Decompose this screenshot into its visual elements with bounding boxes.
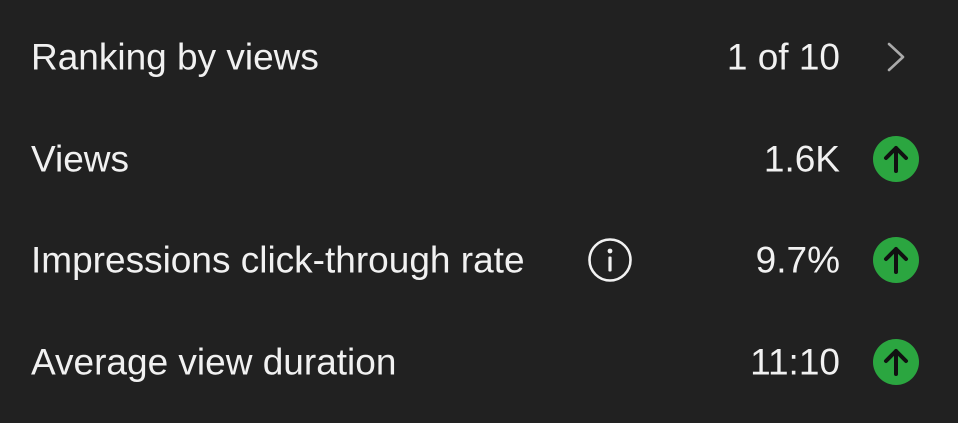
trend-up-icon: [873, 339, 919, 385]
chevron-right-icon[interactable]: [884, 39, 908, 75]
impressions-ctr-row: Impressions click-through rate 9.7%: [0, 209, 958, 311]
views-value: 1.6K: [763, 138, 840, 180]
impressions-ctr-label: Impressions click-through rate: [31, 239, 525, 281]
info-icon[interactable]: [587, 237, 633, 283]
ranking-by-views-value: 1 of 10: [726, 36, 840, 78]
average-view-duration-row: Average view duration 11:10: [0, 311, 958, 413]
ranking-by-views-row[interactable]: Ranking by views 1 of 10: [0, 6, 958, 108]
views-label: Views: [31, 138, 130, 180]
ranking-by-views-label: Ranking by views: [31, 36, 319, 78]
trend-up-icon: [873, 237, 919, 283]
trend-up-icon: [873, 136, 919, 182]
average-view-duration-value: 11:10: [750, 341, 840, 383]
impressions-ctr-value: 9.7%: [755, 239, 840, 281]
average-view-duration-label: Average view duration: [31, 341, 397, 383]
views-row: Views 1.6K: [0, 108, 958, 210]
